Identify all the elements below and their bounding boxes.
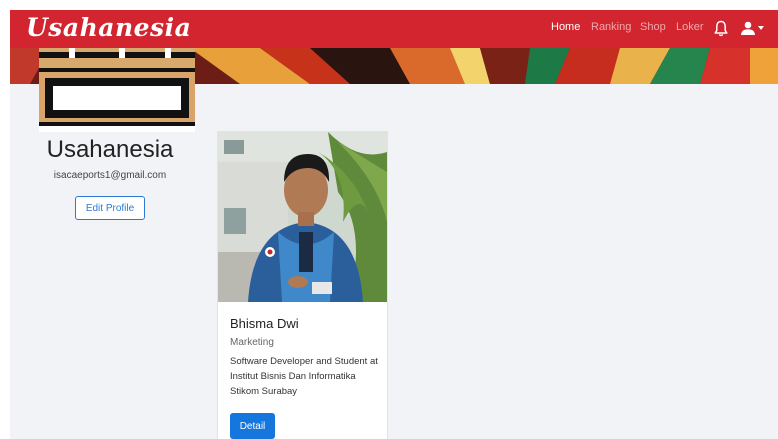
member-role: Marketing (230, 337, 274, 348)
member-card: Bhisma Dwi Marketing Software Developer … (217, 131, 388, 439)
nav-home[interactable]: Home (551, 21, 580, 33)
bell-icon[interactable] (714, 20, 728, 37)
app-frame: Usahanesia Home Ranking Shop Loker Usaha… (10, 10, 778, 439)
member-name: Bhisma Dwi (230, 316, 299, 331)
detail-button[interactable]: Detail (230, 413, 275, 439)
profile-email: isacaeports1@gmail.com (53, 170, 167, 181)
brand-logo[interactable]: Usahanesia (26, 13, 191, 42)
edit-profile-button[interactable]: Edit Profile (75, 196, 145, 220)
member-bio: Software Developer and Student at Instit… (230, 356, 378, 397)
nav-ranking[interactable]: Ranking (591, 21, 631, 33)
navbar: Usahanesia Home Ranking Shop Loker (10, 10, 778, 48)
nav-shop[interactable]: Shop (640, 21, 666, 33)
member-photo (218, 132, 387, 302)
profile-name: Usahanesia (46, 136, 174, 163)
nav-loker[interactable]: Loker (676, 21, 704, 33)
user-icon[interactable] (740, 21, 756, 35)
profile-avatar (39, 48, 195, 132)
caret-down-icon[interactable] (758, 26, 764, 30)
